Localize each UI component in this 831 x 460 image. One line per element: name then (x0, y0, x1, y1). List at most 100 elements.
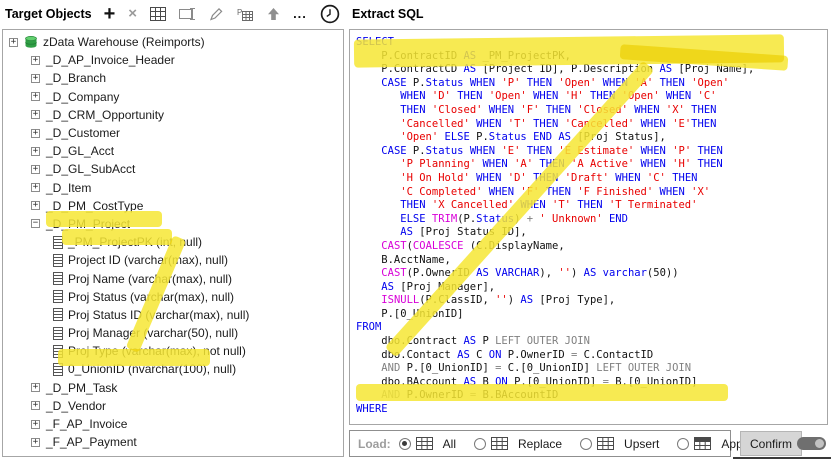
expand-toggle-icon[interactable]: + (31, 420, 40, 429)
more-icon[interactable]: ... (293, 9, 307, 19)
tree-item-d-crm-opportunity[interactable]: +_D_CRM_Opportunity (3, 106, 343, 124)
database-icon (24, 35, 38, 49)
expand-toggle-icon[interactable]: + (31, 401, 40, 410)
tree-item-d-vendor[interactable]: + _D_Vendor (3, 397, 343, 415)
table-icon[interactable] (150, 7, 166, 21)
tree-item-label: _D_Item (46, 181, 91, 195)
expand-toggle-icon[interactable]: + (31, 438, 40, 447)
tree-item-zdata-warehouse-reimports[interactable]: +zData Warehouse (Reimports) (3, 33, 343, 51)
target-objects-header: Target Objects +×P... (0, 0, 345, 28)
tree-item-label: _D_GL_Acct (46, 144, 114, 158)
sql-line: P.[0_UnionID] (356, 308, 827, 322)
confirm-button[interactable]: Confirm (740, 431, 802, 456)
tree-item-d-customer[interactable]: + _D_Customer (3, 124, 343, 142)
sql-line: 'Open' ELSE P.Status END AS [Proj Status… (356, 131, 827, 145)
tree-item-d-ap-invoice-header[interactable]: + _D_AP_Invoice_Header (3, 51, 343, 69)
radio-icon[interactable] (474, 438, 486, 450)
tree-item-label: Proj Type (varchar(max), not null) (68, 344, 246, 358)
preview-table-icon[interactable]: P (237, 7, 254, 21)
tree-item-label: _D_PM_CostType (46, 199, 143, 213)
load-option-upsert[interactable]: Upsert (580, 437, 659, 451)
toggle-knob (815, 439, 824, 448)
sql-line: 'Cancelled' WHEN 'T' THEN 'Cancelled' WH… (356, 118, 827, 132)
expand-toggle-icon[interactable]: + (31, 92, 40, 101)
rename-icon[interactable] (179, 7, 196, 21)
tree-item-d-branch[interactable]: +_D_Branch (3, 69, 343, 87)
tree-item-proj-status-id-varchar-max-null[interactable]: Proj Status ID (varchar(max), null) (3, 306, 343, 324)
sql-line: AS [Proj Status ID], (356, 226, 827, 240)
sql-line: FROM (356, 321, 827, 335)
tree-item-d-pm-task[interactable]: + _D_PM_Task (3, 379, 343, 397)
upload-icon[interactable] (267, 7, 280, 21)
column-icon (53, 290, 63, 303)
tree-item-d-pm-project[interactable]: −_D_PM_Project (3, 215, 343, 233)
tree-item-label: _D_Customer (46, 126, 120, 140)
tree-item-f-ap-invoice[interactable]: +_F_AP_Invoice (3, 415, 343, 433)
edit-pencil-icon[interactable] (209, 7, 224, 21)
tree-item-proj-type-varchar-max-not-null[interactable]: Proj Type (varchar(max), not null) (3, 342, 343, 360)
sql-line: 'P Planning' WHEN 'A' THEN 'A Active' WH… (356, 158, 827, 172)
tree-item-f-ap-payment[interactable]: +_F_AP_Payment (3, 433, 343, 451)
load-table-icon (491, 437, 508, 450)
tree-item-label: 0_UnionID (nvarchar(100), null) (68, 362, 236, 376)
tree-item-label: _D_AP_Invoice_Header (46, 53, 175, 67)
column-icon (53, 272, 63, 285)
sql-line: dbo.Contract AS P LEFT OUTER JOIN (356, 335, 827, 349)
sql-line: P.ContractID AS _PM_ProjectPK, (356, 50, 827, 64)
column-icon (53, 363, 63, 376)
tree-item-0-unionid-nvarchar-100-null[interactable]: 0_UnionID (nvarchar(100), null) (3, 360, 343, 378)
tree-item-project-id-varchar-max-null[interactable]: Project ID (varchar(max), null) (3, 251, 343, 269)
tree-item-proj-name-varchar-max-null[interactable]: Proj Name (varchar(max), null) (3, 269, 343, 287)
expand-toggle-icon[interactable]: + (31, 129, 40, 138)
tree-item-d-item[interactable]: + _D_Item (3, 179, 343, 197)
target-objects-toolbar: + × P... (104, 4, 348, 24)
load-option-all[interactable]: All (399, 437, 456, 451)
expand-toggle-icon[interactable]: + (31, 201, 40, 210)
tree-item-label: _D_GL_SubAcct (46, 162, 135, 176)
sql-editor[interactable]: SELECT P.ContractID AS _PM_ProjectPK, P.… (349, 29, 828, 425)
object-tree[interactable]: +zData Warehouse (Reimports)+_D_AP_Invoi… (2, 29, 344, 457)
tree-item-proj-manager-varchar-50-null[interactable]: Proj Manager (varchar(50), null) (3, 324, 343, 342)
radio-icon[interactable] (677, 438, 689, 450)
tree-item-d-pm-costtype[interactable]: + _D_PM_CostType (3, 197, 343, 215)
extract-sql-title: Extract SQL (352, 7, 424, 21)
delete-icon[interactable]: × (128, 5, 137, 23)
expand-toggle-icon[interactable]: + (31, 183, 40, 192)
svg-text:P: P (237, 8, 242, 17)
expand-toggle-icon[interactable]: + (31, 147, 40, 156)
tree-item-label: Proj Status (varchar(max), null) (68, 290, 234, 304)
sql-line: THEN 'Closed' WHEN 'F' THEN 'Closed' WHE… (356, 104, 827, 118)
tree-item-proj-status-varchar-max-null[interactable]: Proj Status (varchar(max), null) (3, 288, 343, 306)
sql-line: dbo.Contact AS C ON P.OwnerID = C.Contac… (356, 349, 827, 363)
sql-line: ISNULL(P.ClassID, '') AS [Proj Type], (356, 294, 827, 308)
column-icon (53, 345, 63, 358)
expand-toggle-icon[interactable]: + (31, 56, 40, 65)
tree-item-d-gl-subacct[interactable]: + _D_GL_SubAcct (3, 160, 343, 178)
add-icon[interactable]: + (104, 5, 116, 23)
radio-selected-icon[interactable] (399, 438, 411, 450)
expand-toggle-icon[interactable]: + (31, 110, 40, 119)
expand-toggle-icon[interactable]: + (9, 38, 18, 47)
tree-item-label: _D_PM_Task (46, 381, 117, 395)
tree-item-d-company[interactable]: +_D_Company (3, 88, 343, 106)
sql-line: AS [Proj Manager], (356, 281, 827, 295)
expand-toggle-icon[interactable]: + (31, 74, 40, 83)
tree-item-label: _D_PM_Project (46, 217, 130, 231)
collapse-toggle-icon[interactable]: − (31, 219, 40, 228)
column-icon (53, 236, 63, 249)
sql-line: SELECT (356, 36, 827, 50)
tree-item-label: _D_Vendor (46, 399, 106, 413)
expand-toggle-icon[interactable]: + (31, 383, 40, 392)
tree-item-pm-projectpk-int-null[interactable]: _PM_ProjectPK (int, null) (3, 233, 343, 251)
tree-item-d-gl-acct[interactable]: + _D_GL_Acct (3, 142, 343, 160)
tree-item-label: Proj Manager (varchar(50), null) (68, 326, 238, 340)
radio-icon[interactable] (580, 438, 592, 450)
tree-item-label: Project ID (varchar(max), null) (68, 253, 228, 267)
expand-toggle-icon[interactable]: + (31, 165, 40, 174)
confirm-toggle[interactable] (797, 437, 826, 450)
history-clock-icon[interactable] (320, 4, 340, 24)
sql-line: 'H On Hold' WHEN 'D' THEN 'Draft' WHEN '… (356, 172, 827, 186)
sql-line: WHERE (356, 403, 827, 417)
load-option-replace[interactable]: Replace (474, 437, 562, 451)
column-icon (53, 254, 63, 267)
